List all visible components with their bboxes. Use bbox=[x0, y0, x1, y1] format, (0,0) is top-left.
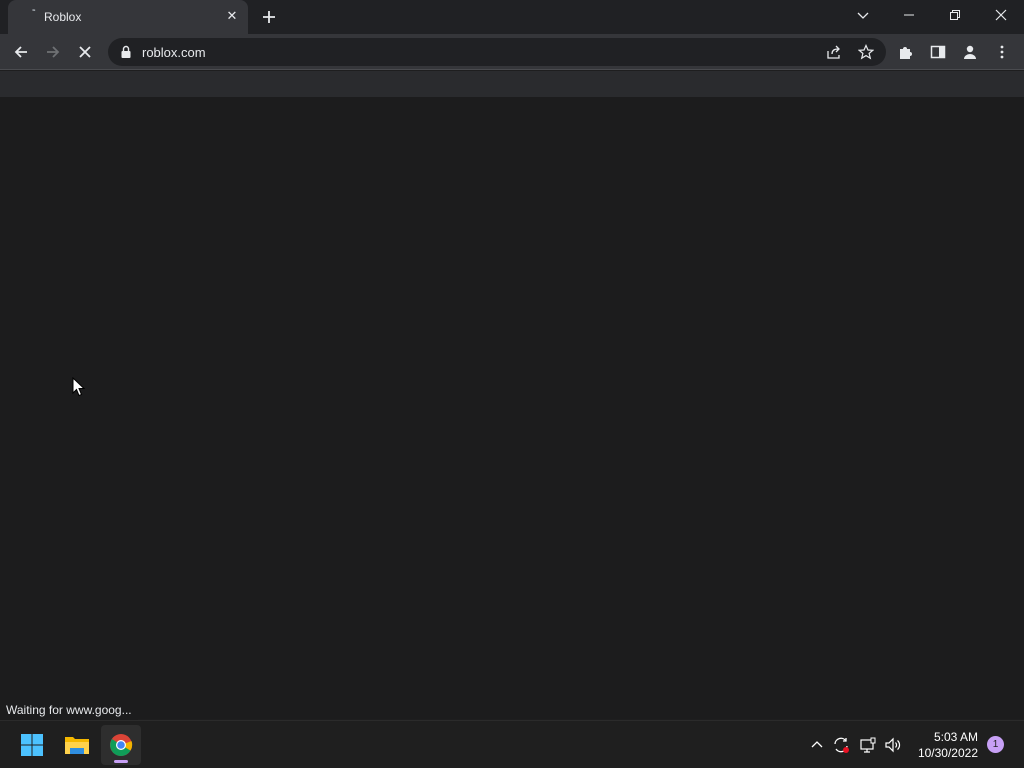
tab-close-button[interactable]: ✕ bbox=[223, 7, 241, 25]
tab-roblox[interactable]: Roblox ✕ bbox=[8, 0, 248, 34]
start-button[interactable] bbox=[12, 725, 52, 765]
loading-spinner-icon bbox=[26, 9, 40, 23]
chrome-menu-button[interactable] bbox=[989, 39, 1015, 65]
show-hidden-icons-button[interactable] bbox=[807, 735, 827, 755]
arrow-right-icon bbox=[47, 46, 60, 58]
lock-icon[interactable] bbox=[120, 45, 132, 59]
tab-search-button[interactable] bbox=[840, 0, 886, 30]
notification-badge[interactable]: 1 bbox=[987, 736, 1004, 753]
chevron-down-icon bbox=[857, 12, 869, 19]
bookmark-button[interactable] bbox=[856, 42, 876, 62]
profile-icon bbox=[964, 45, 976, 59]
new-tab-button[interactable] bbox=[258, 6, 280, 28]
back-button[interactable] bbox=[8, 39, 34, 65]
clock-date: 10/30/2022 bbox=[917, 746, 978, 760]
mouse-cursor-icon bbox=[72, 377, 86, 397]
minimize-button[interactable] bbox=[886, 0, 932, 30]
taskbar-clock[interactable]: 5:03 AM 10/30/2022 bbox=[906, 729, 978, 761]
tab-strip: Roblox ✕ bbox=[0, 0, 1024, 34]
tab-title: Roblox bbox=[44, 10, 82, 24]
minimize-icon bbox=[904, 14, 914, 16]
chevron-up-icon bbox=[811, 741, 823, 748]
screen: Roblox ✕ roblox.com Waiting for www.goog… bbox=[0, 0, 1024, 768]
close-icon bbox=[995, 9, 1007, 21]
address-bar[interactable]: roblox.com bbox=[108, 38, 886, 66]
restore-button[interactable] bbox=[932, 0, 978, 30]
network-icon bbox=[860, 737, 876, 753]
arrow-left-icon bbox=[14, 46, 27, 58]
share-icon bbox=[827, 45, 840, 59]
windows-start-icon bbox=[21, 734, 43, 756]
active-app-indicator bbox=[114, 760, 128, 763]
stop-loading-button[interactable] bbox=[72, 39, 98, 65]
status-bubble: Waiting for www.goog... bbox=[0, 700, 138, 720]
restore-icon bbox=[950, 10, 960, 20]
speaker-icon bbox=[885, 737, 901, 753]
plus-icon bbox=[263, 11, 275, 23]
bookmarks-bar bbox=[0, 71, 1024, 97]
folder-icon bbox=[65, 737, 89, 754]
address-url[interactable]: roblox.com bbox=[142, 45, 206, 60]
volume-tray-button[interactable] bbox=[883, 735, 903, 755]
profile-button[interactable] bbox=[957, 39, 983, 65]
taskbar-chrome[interactable] bbox=[101, 725, 141, 765]
star-icon bbox=[858, 44, 874, 60]
sync-icon bbox=[834, 737, 849, 753]
taskbar-file-explorer[interactable] bbox=[57, 725, 97, 765]
taskbar: 5:03 AM 10/30/2022 1 bbox=[0, 720, 1024, 768]
network-tray-button[interactable] bbox=[858, 735, 878, 755]
chrome-icon bbox=[110, 734, 133, 756]
extensions-button[interactable] bbox=[893, 39, 919, 65]
close-window-button[interactable] bbox=[978, 0, 1024, 30]
forward-button[interactable] bbox=[40, 39, 66, 65]
puzzle-icon bbox=[900, 47, 912, 59]
side-panel-button[interactable] bbox=[925, 39, 951, 65]
kebab-menu-icon bbox=[1000, 45, 1004, 59]
clock-time: 5:03 AM bbox=[933, 730, 978, 744]
page-content bbox=[0, 97, 1024, 719]
side-panel-icon bbox=[930, 45, 946, 59]
sync-tray-button[interactable] bbox=[831, 735, 851, 755]
share-button[interactable] bbox=[824, 42, 844, 62]
stop-loading-icon bbox=[79, 46, 91, 58]
browser-toolbar: roblox.com bbox=[0, 34, 1024, 70]
